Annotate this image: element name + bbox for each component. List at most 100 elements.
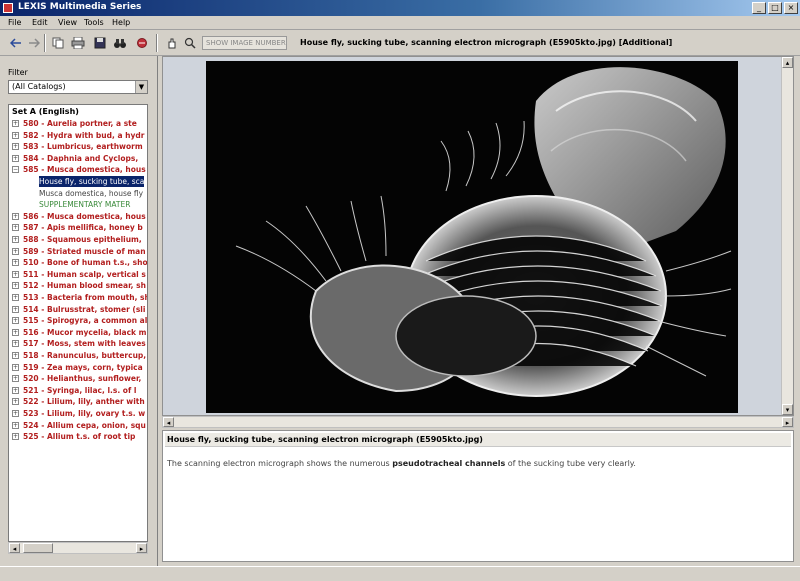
filter-value: (All Catalogs)	[12, 82, 66, 91]
tree-item[interactable]: −585 - Musca domestica, hous	[9, 164, 147, 175]
tree-item[interactable]: +586 - Musca domestica, hous	[9, 211, 147, 222]
expand-icon[interactable]: +	[12, 421, 19, 429]
tree-horizontal-scrollbar[interactable]: ◂ ▸	[8, 542, 148, 554]
menu-file[interactable]: File	[8, 18, 21, 27]
scroll-right-icon[interactable]: ▸	[136, 543, 147, 553]
scroll-left-icon[interactable]: ◂	[9, 543, 20, 553]
expand-icon[interactable]: +	[12, 305, 19, 313]
tree-item[interactable]: +516 - Mucor mycelia, black m	[9, 327, 147, 338]
expand-icon[interactable]: +	[12, 282, 19, 290]
tree-item[interactable]: SUPPLEMENTARY MATER	[9, 199, 147, 210]
tree-item[interactable]: +522 - Lilium, lily, anther with	[9, 396, 147, 407]
tree-item[interactable]: +515 - Spirogyra, a common al	[9, 315, 147, 326]
toolbar: SHOW IMAGE NUMBERS House fly, sucking tu…	[0, 30, 800, 56]
tree-item[interactable]: +525 - Allium t.s. of root tip	[9, 431, 147, 442]
scroll-left-icon[interactable]: ◂	[163, 417, 174, 427]
tree-item[interactable]: +518 - Ranunculus, buttercup, r	[9, 350, 147, 361]
expand-icon[interactable]: +	[12, 386, 19, 394]
expand-icon[interactable]: +	[12, 352, 19, 359]
title-bar: LEXIS Multimedia Series _ □ ×	[0, 0, 800, 16]
tree-item[interactable]: Musca domestica, house fly	[9, 188, 147, 199]
tree-item[interactable]: +524 - Allium cepa, onion, squ	[9, 420, 147, 431]
chevron-down-icon[interactable]: ▼	[135, 81, 147, 93]
hand-icon[interactable]	[164, 35, 180, 50]
filter-dropdown[interactable]: (All Catalogs) ▼	[8, 80, 148, 94]
bookmark-icon[interactable]	[134, 35, 150, 50]
expand-icon[interactable]: +	[12, 410, 19, 417]
micrograph-image	[206, 61, 738, 413]
expand-icon[interactable]: +	[12, 398, 19, 406]
save-icon[interactable]	[92, 35, 108, 50]
tree-item[interactable]: +514 - Bulrusstrat, stomer (sli	[9, 304, 147, 315]
copy-icon[interactable]	[50, 35, 66, 50]
menu-tools[interactable]: Tools	[84, 18, 104, 27]
tree-item[interactable]: +588 - Squamous epithelium,	[9, 234, 147, 245]
tree-item[interactable]: +582 - Hydra with bud, a hydr	[9, 130, 147, 141]
expand-icon[interactable]: +	[12, 270, 19, 278]
tree-item[interactable]: +589 - Striated muscle of man	[9, 246, 147, 257]
scroll-right-icon[interactable]: ▸	[782, 417, 793, 427]
toolbar-separator	[156, 34, 158, 52]
expand-icon[interactable]: +	[12, 143, 19, 151]
tree-item[interactable]: +519 - Zea mays, corn, typica	[9, 362, 147, 373]
tree-item[interactable]: +580 - Aurelia portner, a ste	[9, 118, 147, 129]
expand-icon[interactable]: +	[12, 340, 19, 348]
description-title: House fly, sucking tube, scanning electr…	[165, 433, 791, 447]
scroll-down-icon[interactable]: ▾	[782, 404, 793, 415]
catalog-tree: Set A (English) +580 - Aurelia portner, …	[8, 104, 148, 542]
tree-item[interactable]: +511 - Human scalp, vertical s	[9, 269, 147, 280]
menu-view[interactable]: View	[58, 18, 77, 27]
tree-item[interactable]: +510 - Bone of human t.s., sho	[9, 257, 147, 268]
image-numbers-field[interactable]: SHOW IMAGE NUMBERS	[202, 36, 287, 50]
menu-help[interactable]: Help	[112, 18, 130, 27]
tree-item[interactable]: +523 - Lilium, lily, ovary t.s. w	[9, 408, 147, 419]
print-icon[interactable]	[70, 35, 86, 50]
image-caption: House fly, sucking tube, scanning electr…	[300, 38, 673, 47]
toolbar-separator	[44, 34, 46, 52]
tree-item[interactable]: +517 - Moss, stem with leaves	[9, 338, 147, 349]
image-horizontal-scrollbar[interactable]: ◂ ▸	[162, 416, 794, 428]
expand-icon[interactable]: +	[12, 247, 19, 255]
maximize-button[interactable]: □	[768, 2, 782, 14]
expand-icon[interactable]: +	[12, 294, 19, 301]
tree-item-label: 512 - Human blood smear, sh	[23, 281, 146, 291]
window-controls: _ □ ×	[752, 2, 798, 14]
expand-icon[interactable]: +	[12, 375, 19, 383]
collapse-icon[interactable]: −	[12, 166, 19, 174]
expand-icon[interactable]: +	[12, 154, 19, 162]
magnifier-icon[interactable]	[182, 35, 198, 50]
expand-icon[interactable]: +	[12, 236, 19, 243]
expand-icon[interactable]: +	[12, 328, 19, 336]
expand-icon[interactable]: +	[12, 120, 19, 127]
expand-icon[interactable]: +	[12, 317, 19, 325]
tree-root[interactable]: Set A (English)	[12, 107, 79, 116]
tree-item[interactable]: +521 - Syringa, lilac, l.s. of l	[9, 385, 147, 396]
expand-icon[interactable]: +	[12, 131, 19, 139]
description-text: The scanning electron micrograph shows t…	[167, 459, 636, 468]
tree-item[interactable]: House fly, sucking tube, sca	[9, 176, 147, 187]
scroll-up-icon[interactable]: ▴	[782, 57, 793, 68]
expand-icon[interactable]: +	[12, 363, 19, 371]
menu-edit[interactable]: Edit	[32, 18, 48, 27]
scroll-thumb[interactable]	[23, 543, 53, 553]
expand-icon[interactable]: +	[12, 224, 19, 232]
tree-item[interactable]: +587 - Apis mellifica, honey b	[9, 222, 147, 233]
tree-item-label: Musca domestica, house fly	[39, 188, 144, 198]
expand-icon[interactable]: +	[12, 433, 19, 441]
tree-item[interactable]: +513 - Bacteria from mouth, sh	[9, 292, 147, 303]
binoculars-icon[interactable]	[112, 35, 128, 50]
tree-item-label: 523 - Lilium, lily, ovary t.s. w	[23, 409, 146, 418]
tree-item-label: 584 - Daphnia and Cyclops,	[23, 153, 139, 163]
close-button[interactable]: ×	[784, 2, 798, 14]
forward-icon[interactable]	[26, 35, 42, 50]
tree-item[interactable]: +583 - Lumbricus, earthworm	[9, 141, 147, 152]
expand-icon[interactable]: +	[12, 212, 19, 220]
image-vertical-scrollbar[interactable]: ▴ ▾	[781, 57, 793, 415]
tree-item[interactable]: +520 - Helianthus, sunflower,	[9, 373, 147, 384]
expand-icon[interactable]: +	[12, 259, 19, 267]
tree-item[interactable]: +512 - Human blood smear, sh	[9, 280, 147, 291]
tree-item[interactable]: +584 - Daphnia and Cyclops,	[9, 153, 147, 164]
tree-item-label: 588 - Squamous epithelium,	[23, 235, 142, 244]
minimize-button[interactable]: _	[752, 2, 766, 14]
back-icon[interactable]	[8, 35, 24, 50]
